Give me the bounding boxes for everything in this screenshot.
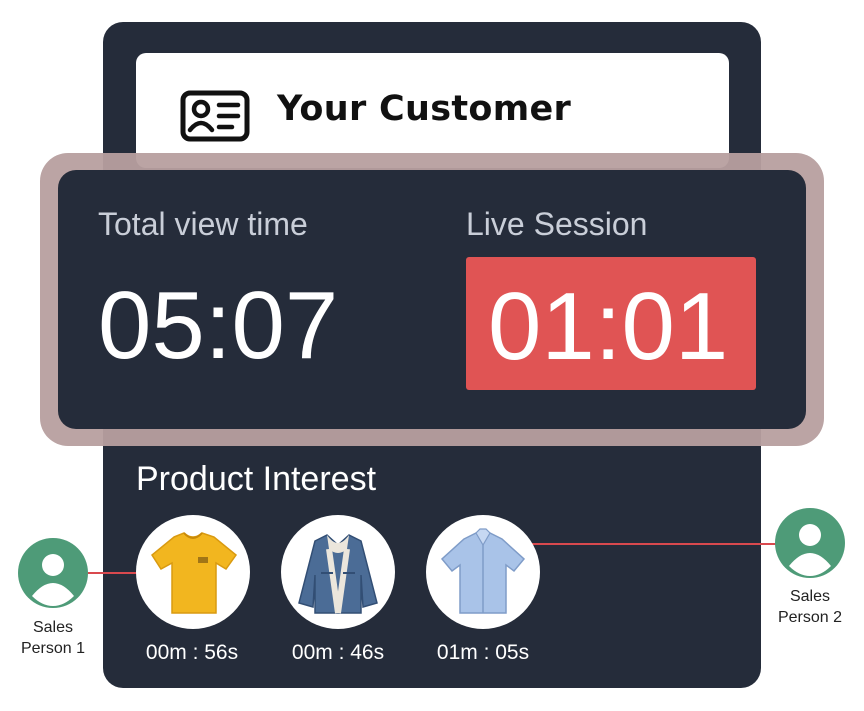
- total-view-time-label: Total view time: [98, 206, 308, 242]
- product-duration: 00m : 46s: [291, 641, 385, 664]
- denim-jacket-icon: [298, 534, 378, 614]
- user-avatar-icon: [32, 554, 74, 606]
- product-tshirt[interactable]: [136, 515, 250, 629]
- product-shirt[interactable]: [426, 515, 540, 629]
- sales-person-2-label: Sales Person 2: [777, 588, 843, 626]
- live-session-label: Live Session: [466, 206, 648, 242]
- product-interest-title: Product Interest: [136, 460, 377, 498]
- product-duration: 01m : 05s: [436, 641, 530, 664]
- product-duration: 00m : 56s: [145, 641, 239, 664]
- contact-card-icon: [180, 90, 250, 142]
- customer-header: Your Customer: [136, 53, 729, 168]
- user-avatar-icon: [789, 524, 831, 576]
- stats-panel: Total view time 05:07 Live Session 01:01: [58, 170, 806, 429]
- total-view-time-value: 05:07: [98, 272, 339, 379]
- product-jacket[interactable]: [281, 515, 395, 629]
- sales-person-1-label: Sales Person 1: [20, 619, 86, 657]
- sales-person-1-avatar[interactable]: [18, 538, 88, 608]
- blue-shirt-icon: [440, 528, 526, 614]
- live-session-badge: 01:01: [466, 257, 756, 390]
- live-session-value: 01:01: [488, 273, 729, 380]
- page-title: Your Customer: [277, 89, 572, 129]
- yellow-tshirt-icon: [151, 532, 238, 614]
- sales-person-2-avatar[interactable]: [775, 508, 845, 578]
